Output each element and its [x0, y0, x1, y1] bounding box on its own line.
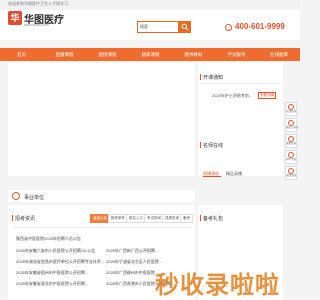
search-input[interactable]: [140, 23, 176, 31]
phone-number: 400-601-9999: [235, 22, 285, 31]
news-item[interactable]: 2025年安徽省宿州市中医医院公开招聘...: [16, 270, 88, 276]
sidebar-tool-wechat[interactable]: 微信公众号: [285, 118, 299, 132]
notice-item[interactable]: 2025年护士资格考前...: [212, 93, 252, 99]
nav-item-live[interactable]: 直播课程: [43, 48, 86, 61]
notice-item-tag[interactable]: 查看详情: [258, 92, 276, 99]
news-title: 招考资讯: [15, 216, 36, 222]
news-item-right[interactable]: 2025年广西柳州市中医医院...: [106, 270, 158, 276]
news-item[interactable]: 2025年湖北省宜昌市医疗单位公开招聘专业技术...: [16, 259, 104, 265]
news-tab-time[interactable]: 考试时间: [144, 214, 164, 223]
news-tab-prep[interactable]: 备考: [180, 214, 193, 223]
sidebar-tool-course[interactable]: 课程咨询: [285, 134, 297, 148]
nav-item-classroom[interactable]: 面授课程: [86, 48, 129, 61]
sidebar-tool-label: 课程咨询: [286, 142, 297, 145]
welcome-text: 欢迎来到华图医疗卫生人才网学习: [8, 1, 68, 6]
news-marker: [12, 215, 13, 221]
notice-divider: [200, 83, 280, 84]
unit-title: 事业单位: [24, 195, 45, 201]
exam-title: 备考礼包: [203, 216, 224, 222]
nav-item-online[interactable]: 在线题库: [258, 48, 300, 61]
banner-area: [8, 63, 195, 176]
news-item-right[interactable]: 2025年广西新广西公开招聘...: [106, 248, 158, 254]
search-button[interactable]: [179, 21, 191, 33]
logo-icon[interactable]: 华: [8, 11, 22, 25]
logo-url: www.huatu.com: [24, 23, 49, 27]
news-divider: [12, 227, 192, 228]
news-item-right[interactable]: 2025年宁波省北仑区人民医院...: [106, 259, 162, 265]
sidebar-tool-label: 微信公众号: [286, 126, 299, 129]
unit-icon: [12, 192, 20, 200]
sidebar-tool-label: 返回顶部: [286, 174, 297, 177]
search-icon: [181, 23, 189, 31]
teachers-title: 名师在线: [203, 143, 224, 149]
news-item[interactable]: 2025年安徽省淮北市中医医院公开招聘...: [16, 281, 88, 287]
search-box: [137, 21, 179, 33]
sidebar-tool-label: 在线咨询: [286, 110, 297, 113]
nav-item-question[interactable]: 题库课程: [129, 48, 172, 61]
news-tab-province[interactable]: 省级公告: [90, 214, 110, 223]
news-tab-score[interactable]: 成绩查询: [162, 214, 182, 223]
news-item[interactable]: 2025年安徽六安市人民医院公开招聘111公告: [16, 248, 95, 254]
notice-title: 开课通知: [203, 75, 224, 81]
news-item[interactable]: 陕西省中医医院2025年招聘人员公告: [16, 236, 81, 242]
nav-item-home[interactable]: 首页: [0, 48, 43, 61]
tab-recorded-courses[interactable]: 精品录播: [226, 171, 242, 177]
sidebar-tool-app[interactable]: APP下载: [285, 150, 297, 164]
nav-item-exam[interactable]: 学试报考: [215, 48, 258, 61]
sidebar-tool-label: APP下载: [286, 158, 297, 161]
news-tab-conditions[interactable]: 报考条件: [108, 214, 128, 223]
tab-active-underline: [203, 176, 221, 177]
nav-item-books[interactable]: 图书教材: [172, 48, 215, 61]
phone-icon: [225, 24, 232, 31]
main-nav: 首页 直播课程 面授课程 题库课程 图书教材 学试报考 在线题库: [0, 48, 300, 61]
news-tab-signup[interactable]: 报名入口: [126, 214, 146, 223]
sidebar-tool-consult[interactable]: 在线咨询: [285, 102, 297, 116]
teachers-marker: [200, 142, 201, 148]
sidebar-tool-top[interactable]: 返回顶部: [285, 166, 297, 180]
notice-marker: [200, 74, 201, 80]
watermark: 秒收录啦啦: [155, 272, 280, 299]
exam-marker: [200, 215, 201, 221]
